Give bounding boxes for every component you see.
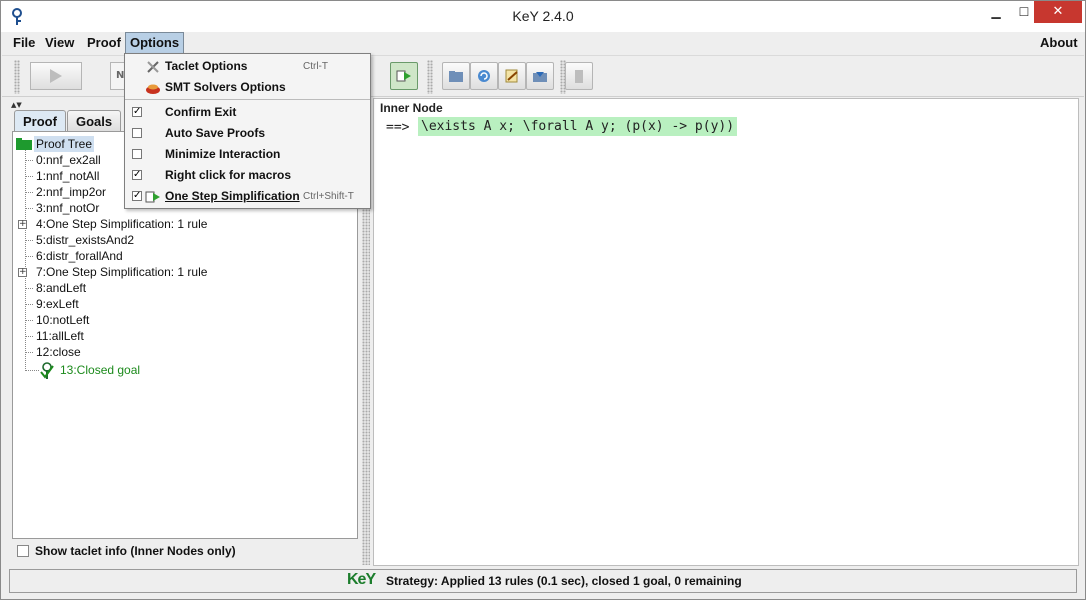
toolbar-grip-2[interactable]	[427, 60, 433, 94]
menu-item-smt-solvers[interactable]: SMT Solvers Options	[125, 77, 370, 98]
reload-icon	[478, 70, 490, 82]
tree-node[interactable]: 9:exLeft	[36, 296, 79, 312]
save-icon	[533, 72, 547, 82]
simplify-icon	[145, 191, 160, 203]
menu-view[interactable]: View	[40, 33, 79, 53]
tree-node[interactable]: 0:nnf_ex2all	[36, 152, 101, 168]
tree-node[interactable]: 1:nnf_notAll	[36, 168, 99, 184]
maximize-icon: ☐	[1018, 5, 1030, 19]
save-button[interactable]	[526, 62, 554, 90]
tree-node[interactable]: 4:One Step Simplification: 1 rule	[36, 216, 207, 232]
minimize-icon: ▁	[991, 5, 1001, 19]
tree-node[interactable]: 6:distr_forallAnd	[36, 248, 123, 264]
split-arrows-icon[interactable]: ▲▼	[11, 101, 22, 109]
folder-icon	[449, 71, 463, 82]
menu-options[interactable]: Options	[125, 32, 185, 54]
menu-item-confirm-exit[interactable]: ✓ Confirm Exit	[125, 102, 370, 123]
menu-file[interactable]: File	[8, 33, 40, 53]
menu-proof[interactable]: Proof	[82, 33, 126, 53]
tools-icon	[147, 61, 159, 73]
tree-node[interactable]: 3:nnf_notOr	[36, 200, 99, 216]
tree-guide-line	[25, 146, 26, 371]
menu-item-auto-save[interactable]: Auto Save Proofs	[125, 123, 370, 144]
sequent-arrow: ==>	[386, 120, 410, 135]
sequent-formula[interactable]: \exists A x; \forall A y; (p(x) -> p(y))	[418, 117, 738, 136]
folder-icon	[16, 138, 32, 150]
show-taclet-info-checkbox[interactable]: Show taclet info (Inner Nodes only)	[17, 544, 236, 558]
check-icon: ✓	[132, 106, 142, 117]
tree-node[interactable]: 10:notLeft	[36, 312, 89, 328]
open-file-button[interactable]	[442, 62, 470, 90]
smt-icon	[146, 84, 160, 94]
menu-separator	[125, 99, 370, 100]
tree-node[interactable]: 2:nnf_imp2or	[36, 184, 106, 200]
tab-goals[interactable]: Goals	[67, 110, 122, 132]
toolbar-grip[interactable]	[14, 60, 20, 94]
sequent-view: Inner Node ==> \exists A x; \forall A y;…	[373, 98, 1079, 566]
edit-button[interactable]	[498, 62, 526, 90]
play-icon	[50, 69, 62, 83]
window-title: KeY 2.4.0	[512, 8, 574, 24]
menu-item-taclet-options[interactable]: Taclet Options Ctrl-T	[125, 56, 370, 77]
check-icon: ✓	[132, 169, 142, 180]
checkbox-icon	[132, 128, 142, 138]
start-auto-mode-button[interactable]	[30, 62, 82, 90]
status-text: Strategy: Applied 13 rules (0.1 sec), cl…	[386, 574, 742, 588]
trash-icon	[575, 70, 583, 83]
tree-root[interactable]: Proof Tree	[34, 136, 95, 152]
options-menu: Taclet Options Ctrl-T SMT Solvers Option…	[124, 53, 371, 209]
tree-node[interactable]: 8:andLeft	[36, 280, 86, 296]
minimize-button[interactable]: ▁	[981, 5, 1011, 29]
app-window: KeY 2.4.0 ▁ ☐ ✕ File View Proof Options …	[0, 0, 1086, 600]
expand-icon[interactable]: +	[18, 268, 27, 277]
title-bar: KeY 2.4.0 ▁ ☐ ✕	[1, 1, 1085, 32]
menu-item-one-step-simplification[interactable]: ✓ One Step Simplification Ctrl+Shift-T	[125, 186, 370, 207]
simplify-icon	[396, 70, 411, 82]
prune-button[interactable]	[565, 62, 593, 90]
close-icon: ✕	[1052, 4, 1064, 19]
tree-node[interactable]: 7:One Step Simplification: 1 rule	[36, 264, 207, 280]
expand-icon[interactable]: +	[18, 220, 27, 229]
reload-button[interactable]	[470, 62, 498, 90]
menu-item-right-click-macros[interactable]: ✓ Right click for macros	[125, 165, 370, 186]
tree-node[interactable]: 5:distr_existsAnd2	[36, 232, 134, 248]
menu-about[interactable]: About	[1035, 33, 1083, 53]
menu-bar: File View Proof Options About	[2, 32, 1084, 54]
edit-icon	[505, 69, 518, 83]
show-taclet-info-label: Show taclet info (Inner Nodes only)	[35, 544, 236, 558]
checkbox-icon	[132, 149, 142, 159]
checkbox-box[interactable]	[17, 545, 29, 557]
one-step-simplification-button[interactable]	[390, 62, 418, 90]
tree-node[interactable]: 11:allLeft	[36, 328, 84, 344]
key-status-logo: KeY	[347, 571, 376, 588]
inner-node-title: Inner Node	[380, 101, 443, 115]
closed-goal-node[interactable]: 13:Closed goal	[60, 362, 140, 378]
close-button[interactable]: ✕	[1034, 1, 1082, 23]
closed-goal-icon	[40, 362, 54, 379]
tree-node[interactable]: 12:close	[36, 344, 81, 360]
tab-proof[interactable]: Proof	[14, 110, 66, 133]
status-bar: KeY Strategy: Applied 13 rules (0.1 sec)…	[9, 569, 1077, 593]
check-icon: ✓	[132, 190, 142, 201]
menu-item-minimize-interaction[interactable]: Minimize Interaction	[125, 144, 370, 165]
